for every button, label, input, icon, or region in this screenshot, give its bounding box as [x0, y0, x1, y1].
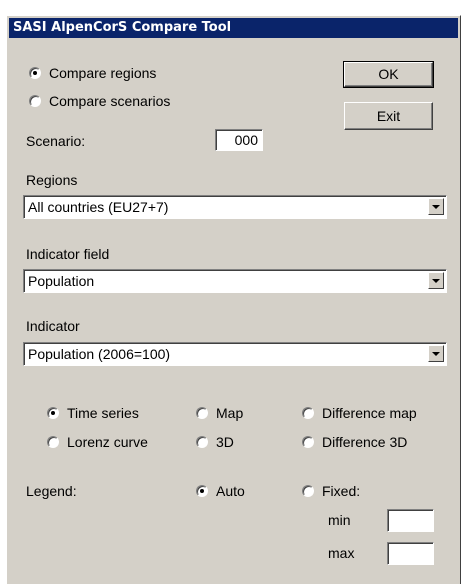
radio-unselected-icon — [302, 407, 314, 419]
indicator-field-selected-value: Population — [28, 273, 95, 289]
compare-regions-label: Compare regions — [49, 65, 157, 81]
radio-selected-icon — [29, 67, 41, 79]
legend-fixed-label: Fixed: — [322, 483, 361, 499]
chevron-down-icon[interactable] — [428, 198, 444, 215]
3d-label: 3D — [216, 434, 234, 450]
chevron-down-icon[interactable] — [428, 272, 444, 289]
legend-max-input[interactable] — [387, 542, 434, 565]
radio-unselected-icon — [47, 436, 59, 448]
difference-map-radio[interactable]: Difference map — [302, 405, 417, 421]
window-title: SASI AlpenCorS Compare Tool — [9, 18, 458, 38]
chevron-down-icon[interactable] — [428, 345, 444, 362]
exit-button[interactable]: Exit — [344, 102, 433, 130]
legend-label: Legend: — [26, 483, 77, 499]
time-series-radio[interactable]: Time series — [47, 405, 139, 421]
scenario-label: Scenario: — [26, 133, 86, 149]
compare-scenarios-radio[interactable]: Compare scenarios — [29, 93, 170, 109]
radio-unselected-icon — [196, 407, 208, 419]
legend-min-label: min — [328, 512, 351, 528]
indicator-label: Indicator — [26, 318, 80, 334]
radio-unselected-icon — [302, 485, 314, 497]
lorenz-curve-label: Lorenz curve — [67, 434, 148, 450]
indicator-field-dropdown[interactable]: Population — [23, 269, 447, 293]
legend-auto-label: Auto — [216, 483, 245, 499]
difference-3d-radio[interactable]: Difference 3D — [302, 434, 407, 450]
lorenz-curve-radio[interactable]: Lorenz curve — [47, 434, 148, 450]
scenario-value: 000 — [234, 132, 258, 148]
regions-selected-value: All countries (EU27+7) — [28, 199, 169, 215]
indicator-dropdown[interactable]: Population (2006=100) — [23, 342, 447, 366]
compare-tool-dialog: SASI AlpenCorS Compare Tool Compare regi… — [6, 15, 461, 584]
map-label: Map — [216, 405, 244, 421]
radio-unselected-icon — [196, 436, 208, 448]
scenario-input[interactable]: 000 — [215, 129, 263, 151]
radio-selected-icon — [47, 407, 59, 419]
time-series-label: Time series — [67, 405, 139, 421]
legend-max-label: max — [328, 545, 355, 561]
legend-fixed-radio[interactable]: Fixed: — [302, 483, 360, 499]
indicator-field-label: Indicator field — [26, 246, 110, 262]
difference-3d-label: Difference 3D — [322, 434, 408, 450]
regions-dropdown[interactable]: All countries (EU27+7) — [23, 195, 447, 219]
radio-unselected-icon — [302, 436, 314, 448]
legend-min-input[interactable] — [387, 509, 434, 532]
ok-button[interactable]: OK — [343, 61, 434, 88]
radio-selected-icon — [196, 485, 208, 497]
map-radio[interactable]: Map — [196, 405, 243, 421]
radio-unselected-icon — [29, 95, 41, 107]
indicator-selected-value: Population (2006=100) — [28, 346, 171, 362]
compare-scenarios-label: Compare scenarios — [49, 93, 171, 109]
regions-label: Regions — [26, 172, 78, 188]
legend-auto-radio[interactable]: Auto — [196, 483, 245, 499]
difference-map-label: Difference map — [322, 405, 417, 421]
3d-radio[interactable]: 3D — [196, 434, 234, 450]
compare-regions-radio[interactable]: Compare regions — [29, 65, 156, 81]
